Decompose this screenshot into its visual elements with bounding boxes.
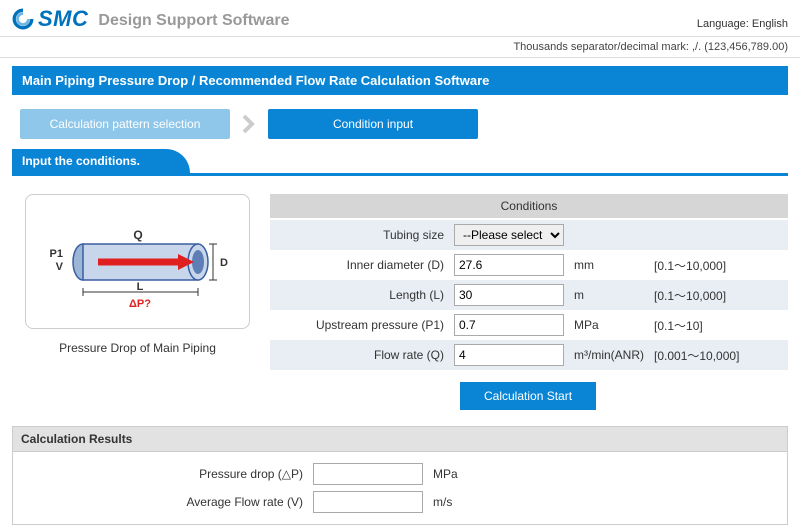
- upstream-range: [0.1～10]: [654, 317, 784, 334]
- pressure-drop-unit: MPa: [423, 467, 458, 481]
- wizard-steps: Calculation pattern selection Condition …: [20, 109, 788, 139]
- avg-flow-label: Average Flow rate (V): [153, 495, 313, 509]
- upstream-label: Upstream pressure (P1): [274, 318, 454, 332]
- inner-diameter-input[interactable]: [454, 254, 564, 276]
- brand-text: SMC: [38, 6, 88, 32]
- flow-range: [0.001～10,000]: [654, 347, 784, 364]
- number-format-note: Thousands separator/decimal mark: ,/. (1…: [0, 37, 800, 58]
- conditions-header: Conditions: [270, 194, 788, 218]
- tubing-size-label: Tubing size: [274, 228, 454, 242]
- flow-input[interactable]: [454, 344, 564, 366]
- inner-diameter-label: Inner diameter (D): [274, 258, 454, 272]
- language-label[interactable]: Language: English: [697, 18, 788, 32]
- tubing-size-select[interactable]: --Please select--: [454, 224, 564, 246]
- avg-flow-unit: m/s: [423, 495, 452, 509]
- svg-text:Q: Q: [133, 228, 142, 242]
- pressure-drop-label: Pressure drop (△P): [153, 467, 313, 481]
- svg-text:ΔP?: ΔP?: [129, 298, 151, 310]
- piping-diagram: Q P1 V D L ΔP?: [25, 194, 250, 329]
- page-title: Main Piping Pressure Drop / Recommended …: [12, 66, 788, 95]
- length-label: Length (L): [274, 288, 454, 302]
- step-condition-input[interactable]: Condition input: [268, 109, 478, 139]
- svg-text:V: V: [55, 261, 63, 273]
- length-range: [0.1～10,000]: [654, 287, 784, 304]
- results-header: Calculation Results: [12, 426, 788, 452]
- brand-logo: SMC: [12, 6, 88, 32]
- avg-flow-output: [313, 491, 423, 513]
- step-pattern-selection[interactable]: Calculation pattern selection: [20, 109, 230, 139]
- svg-text:L: L: [136, 281, 143, 293]
- upstream-unit: MPa: [564, 318, 654, 332]
- upstream-input[interactable]: [454, 314, 564, 336]
- inner-diameter-unit: mm: [564, 258, 654, 272]
- diagram-caption: Pressure Drop of Main Piping: [25, 341, 250, 355]
- chevron-right-icon: [236, 111, 262, 137]
- svg-text:P1: P1: [49, 248, 62, 260]
- inner-diameter-range: [0.1～10,000]: [654, 257, 784, 274]
- length-unit: m: [564, 288, 654, 302]
- svg-text:D: D: [220, 257, 228, 269]
- app-title: Design Support Software: [98, 12, 289, 32]
- length-input[interactable]: [454, 284, 564, 306]
- flow-label: Flow rate (Q): [274, 348, 454, 362]
- calculation-start-button[interactable]: Calculation Start: [460, 382, 596, 410]
- pressure-drop-output: [313, 463, 423, 485]
- section-subhead: Input the conditions.: [12, 149, 180, 173]
- smc-swoosh-icon: [12, 8, 34, 30]
- flow-unit: m³/min(ANR): [564, 348, 654, 362]
